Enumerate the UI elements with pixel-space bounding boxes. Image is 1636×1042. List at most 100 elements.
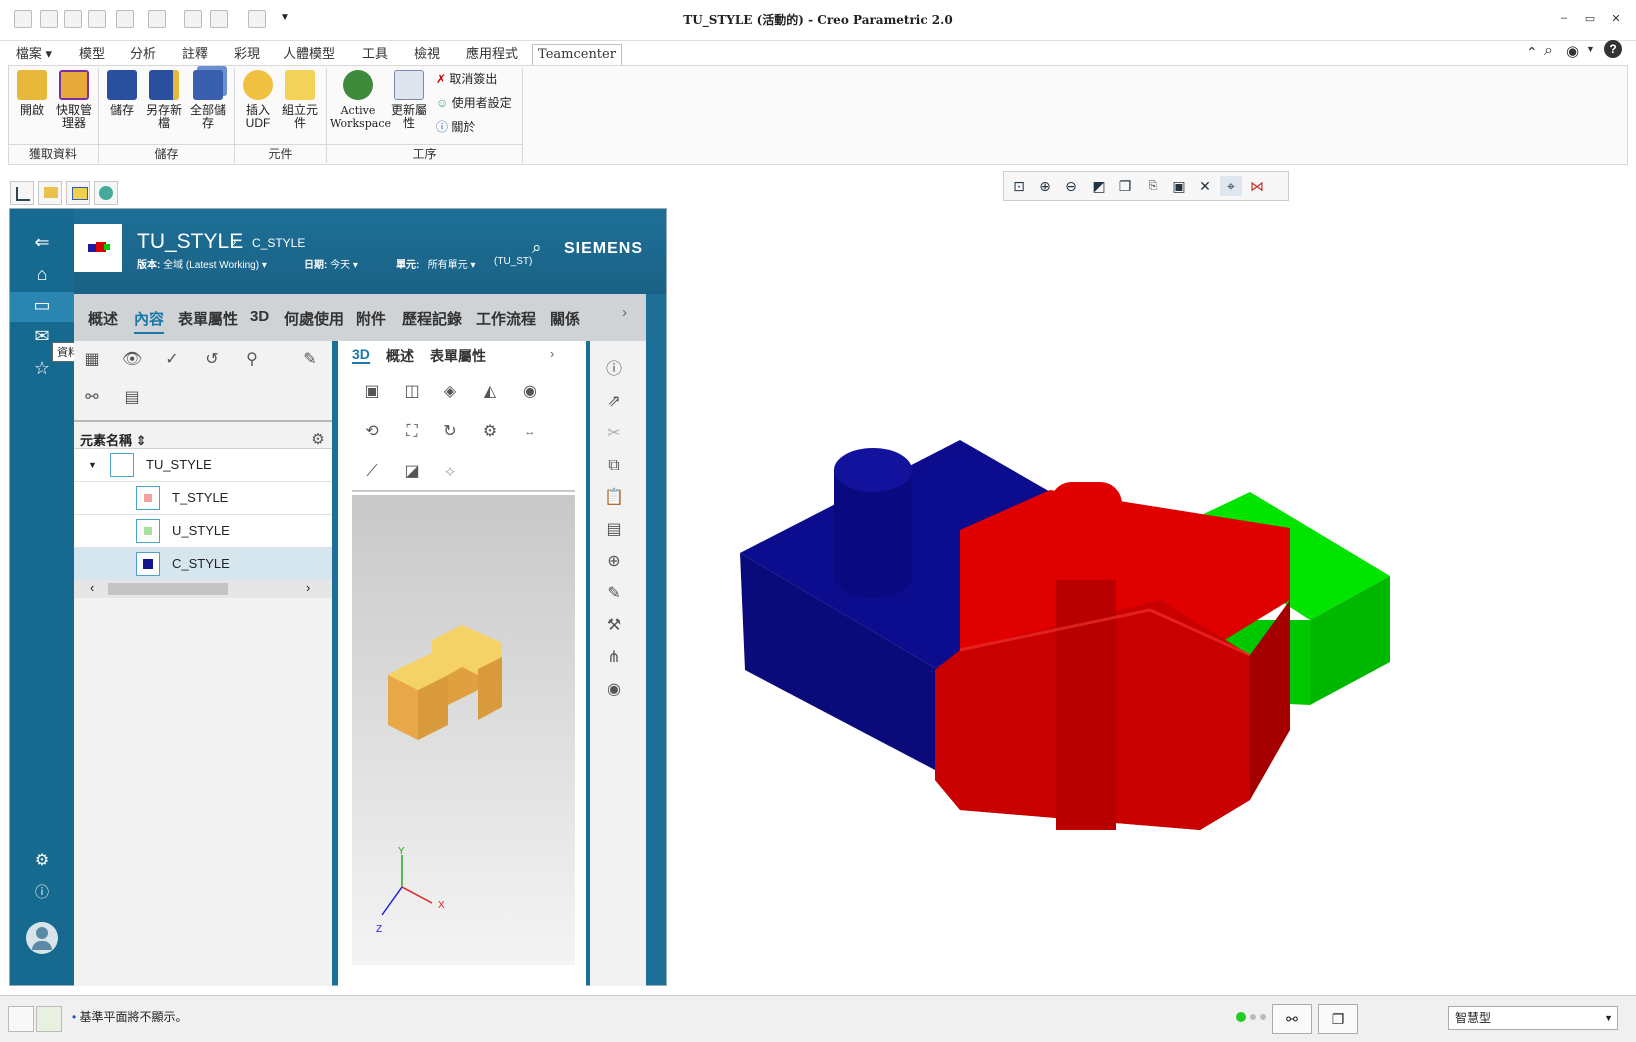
spin-icon[interactable]: ↻ (440, 422, 460, 442)
tab-manikin[interactable]: 人體模型 (276, 44, 342, 64)
settings-3d-icon[interactable]: ⚙ (480, 422, 500, 442)
annotation-display-icon[interactable]: ⌖ (1220, 176, 1242, 196)
model-tree-tab[interactable] (10, 181, 34, 205)
update-attributes-button[interactable]: 更新屬性 (388, 70, 430, 130)
tab-attachments[interactable]: 附件 (356, 308, 386, 329)
zoom-in-icon[interactable]: ⊕ (1034, 176, 1056, 196)
checklist-icon[interactable]: ✓ (162, 350, 182, 370)
3d-viewer[interactable] (352, 495, 575, 965)
preview-tab-form[interactable]: 表單屬性 (430, 346, 486, 366)
rotate-view-icon[interactable]: ⟲ (362, 422, 382, 442)
zoom-out-icon[interactable]: ⊖ (1060, 176, 1082, 196)
avatar[interactable] (26, 922, 58, 954)
tab-annotate[interactable]: 註釋 (172, 44, 218, 64)
expand-chevron-icon[interactable]: ▼ (88, 449, 97, 481)
table-view-icon[interactable]: ▦ (82, 350, 102, 370)
cut-icon[interactable]: ✂ (604, 424, 624, 444)
tab-3d[interactable]: 3D (250, 308, 269, 325)
tree-row-c-style[interactable]: C_STYLE (74, 548, 332, 581)
close-button[interactable]: ✕ (1608, 12, 1624, 26)
edit-pencil-icon[interactable]: ✎ (300, 350, 320, 370)
minimize-button[interactable]: – (1556, 12, 1572, 26)
share-icon[interactable]: ⋔ (604, 648, 624, 668)
display-style-icon[interactable]: ❐ (1114, 176, 1136, 196)
unit-filter[interactable]: 單元: 所有單元 ▾ (396, 256, 476, 271)
line-measure-icon[interactable]: ⟋ (362, 462, 382, 482)
tab-analysis[interactable]: 分析 (120, 44, 166, 64)
active-workspace-button[interactable]: Active Workspace (330, 70, 391, 130)
maximize-button[interactable]: ▭ (1582, 12, 1598, 26)
column-settings-gear-icon[interactable]: ⚙ (308, 430, 328, 450)
saved-orientations-icon[interactable]: ⎘ (1142, 176, 1164, 196)
community-dropdown-icon[interactable]: ▼ (1586, 44, 1595, 54)
tab-render[interactable]: 彩現 (224, 44, 270, 64)
tree-row-tu-style[interactable]: ▼ TU_STYLE (74, 449, 332, 482)
selection-filter-dropdown[interactable]: 智慧型 ▼ (1448, 1006, 1618, 1030)
preview-tab-3d[interactable]: 3D (352, 346, 370, 364)
tab-content[interactable]: 內容 (134, 308, 165, 334)
copy-icon[interactable]: ⧉ (604, 456, 624, 476)
open-in-icon[interactable]: ⇗ (604, 392, 624, 412)
tab-file[interactable]: 檔案 ▾ (8, 44, 60, 64)
help-circle-icon[interactable]: ⓘ (10, 882, 74, 902)
tabs-more-chevron-icon[interactable]: › (622, 304, 627, 321)
refit-icon[interactable]: ⊡ (1008, 176, 1030, 196)
capture-icon[interactable]: ◫ (402, 382, 422, 402)
about-item[interactable]: ⓘ 關於 (436, 118, 475, 135)
date-filter[interactable]: 日期: 今天 ▾ (304, 256, 358, 271)
help-icon[interactable]: ? (1604, 40, 1622, 58)
scroll-thumb[interactable] (108, 583, 228, 595)
tab-tools[interactable]: 工具 (352, 44, 398, 64)
tab-model[interactable]: 模型 (70, 44, 114, 64)
save-as-button[interactable]: 另存新檔 (142, 70, 186, 130)
section-icon[interactable]: ◪ (402, 462, 422, 482)
favorites-tab[interactable] (66, 181, 90, 205)
measure-icon[interactable]: ↔ (520, 422, 540, 442)
tree-row-u-style[interactable]: U_STYLE (74, 515, 332, 548)
tab-workflow[interactable]: 工作流程 (476, 308, 536, 329)
tab-applications[interactable]: 應用程式 (456, 44, 528, 64)
home-icon[interactable]: ⌂ (10, 264, 74, 285)
folder-browser-tab[interactable] (38, 181, 62, 205)
breadcrumb[interactable]: C_STYLE (252, 236, 305, 250)
column-header[interactable]: 元素名稱 ⇕ (80, 430, 147, 449)
watch-icon[interactable]: ◉ (604, 680, 624, 700)
tab-where-used[interactable]: 何處使用 (284, 308, 344, 329)
repaint-icon[interactable]: ◩ (1088, 176, 1110, 196)
tab-view[interactable]: 檢視 (404, 44, 450, 64)
cancel-checkout-item[interactable]: ✗ 取消簽出 (436, 70, 497, 87)
datum-display-icon[interactable]: ✕ (1194, 176, 1216, 196)
user-settings-item[interactable]: ☺ 使用者設定 (436, 94, 512, 111)
link-structure-icon[interactable]: ⚯ (82, 388, 102, 408)
paste-icon[interactable]: 📋 (604, 488, 624, 508)
community-icon[interactable]: ◉ (1566, 42, 1579, 60)
browser-toggle-icon[interactable] (36, 1006, 62, 1032)
refresh-icon[interactable]: ↺ (202, 350, 222, 370)
teamcenter-tab[interactable] (94, 181, 118, 205)
save-button[interactable]: 儲存 (102, 70, 142, 117)
search-icon[interactable]: ⌕ (1544, 42, 1553, 60)
tree-row-t-style[interactable]: T_STYLE (74, 482, 332, 515)
tab-teamcenter[interactable]: Teamcenter (532, 44, 622, 65)
navigator-toggle-icon[interactable] (8, 1006, 34, 1032)
views-icon[interactable]: ◈ (440, 382, 460, 402)
report-icon[interactable]: ▤ (604, 520, 624, 540)
info-icon[interactable]: ⓘ (604, 360, 624, 380)
horizontal-scrollbar[interactable]: ‹ › (74, 580, 332, 598)
tab-history[interactable]: 歷程記錄 (402, 308, 462, 329)
ribbon-collapse-icon[interactable]: ⌃ (1526, 44, 1538, 61)
settings-gear-icon[interactable]: ⚙ (10, 850, 74, 870)
3d-model-viewport[interactable] (730, 400, 1420, 870)
display-style-icon[interactable]: ◭ (480, 382, 500, 402)
tools-icon[interactable]: ⚒ (604, 616, 624, 636)
back-icon[interactable]: ⇐ (10, 232, 74, 253)
structure-icon[interactable]: ⚲ (242, 350, 262, 370)
add-icon[interactable]: ⊕ (604, 552, 624, 572)
compare-icon[interactable]: ▤ (122, 388, 142, 408)
edit-icon[interactable]: ✎ (604, 584, 624, 604)
tab-relations[interactable]: 關係 (550, 308, 580, 329)
save-all-button[interactable]: 全部儲存 (186, 70, 230, 130)
insert-udf-button[interactable]: 插入UDF (238, 70, 278, 130)
tc-search-icon[interactable]: ⌕ (532, 238, 542, 258)
preview-more-chevron-icon[interactable]: › (550, 346, 554, 361)
